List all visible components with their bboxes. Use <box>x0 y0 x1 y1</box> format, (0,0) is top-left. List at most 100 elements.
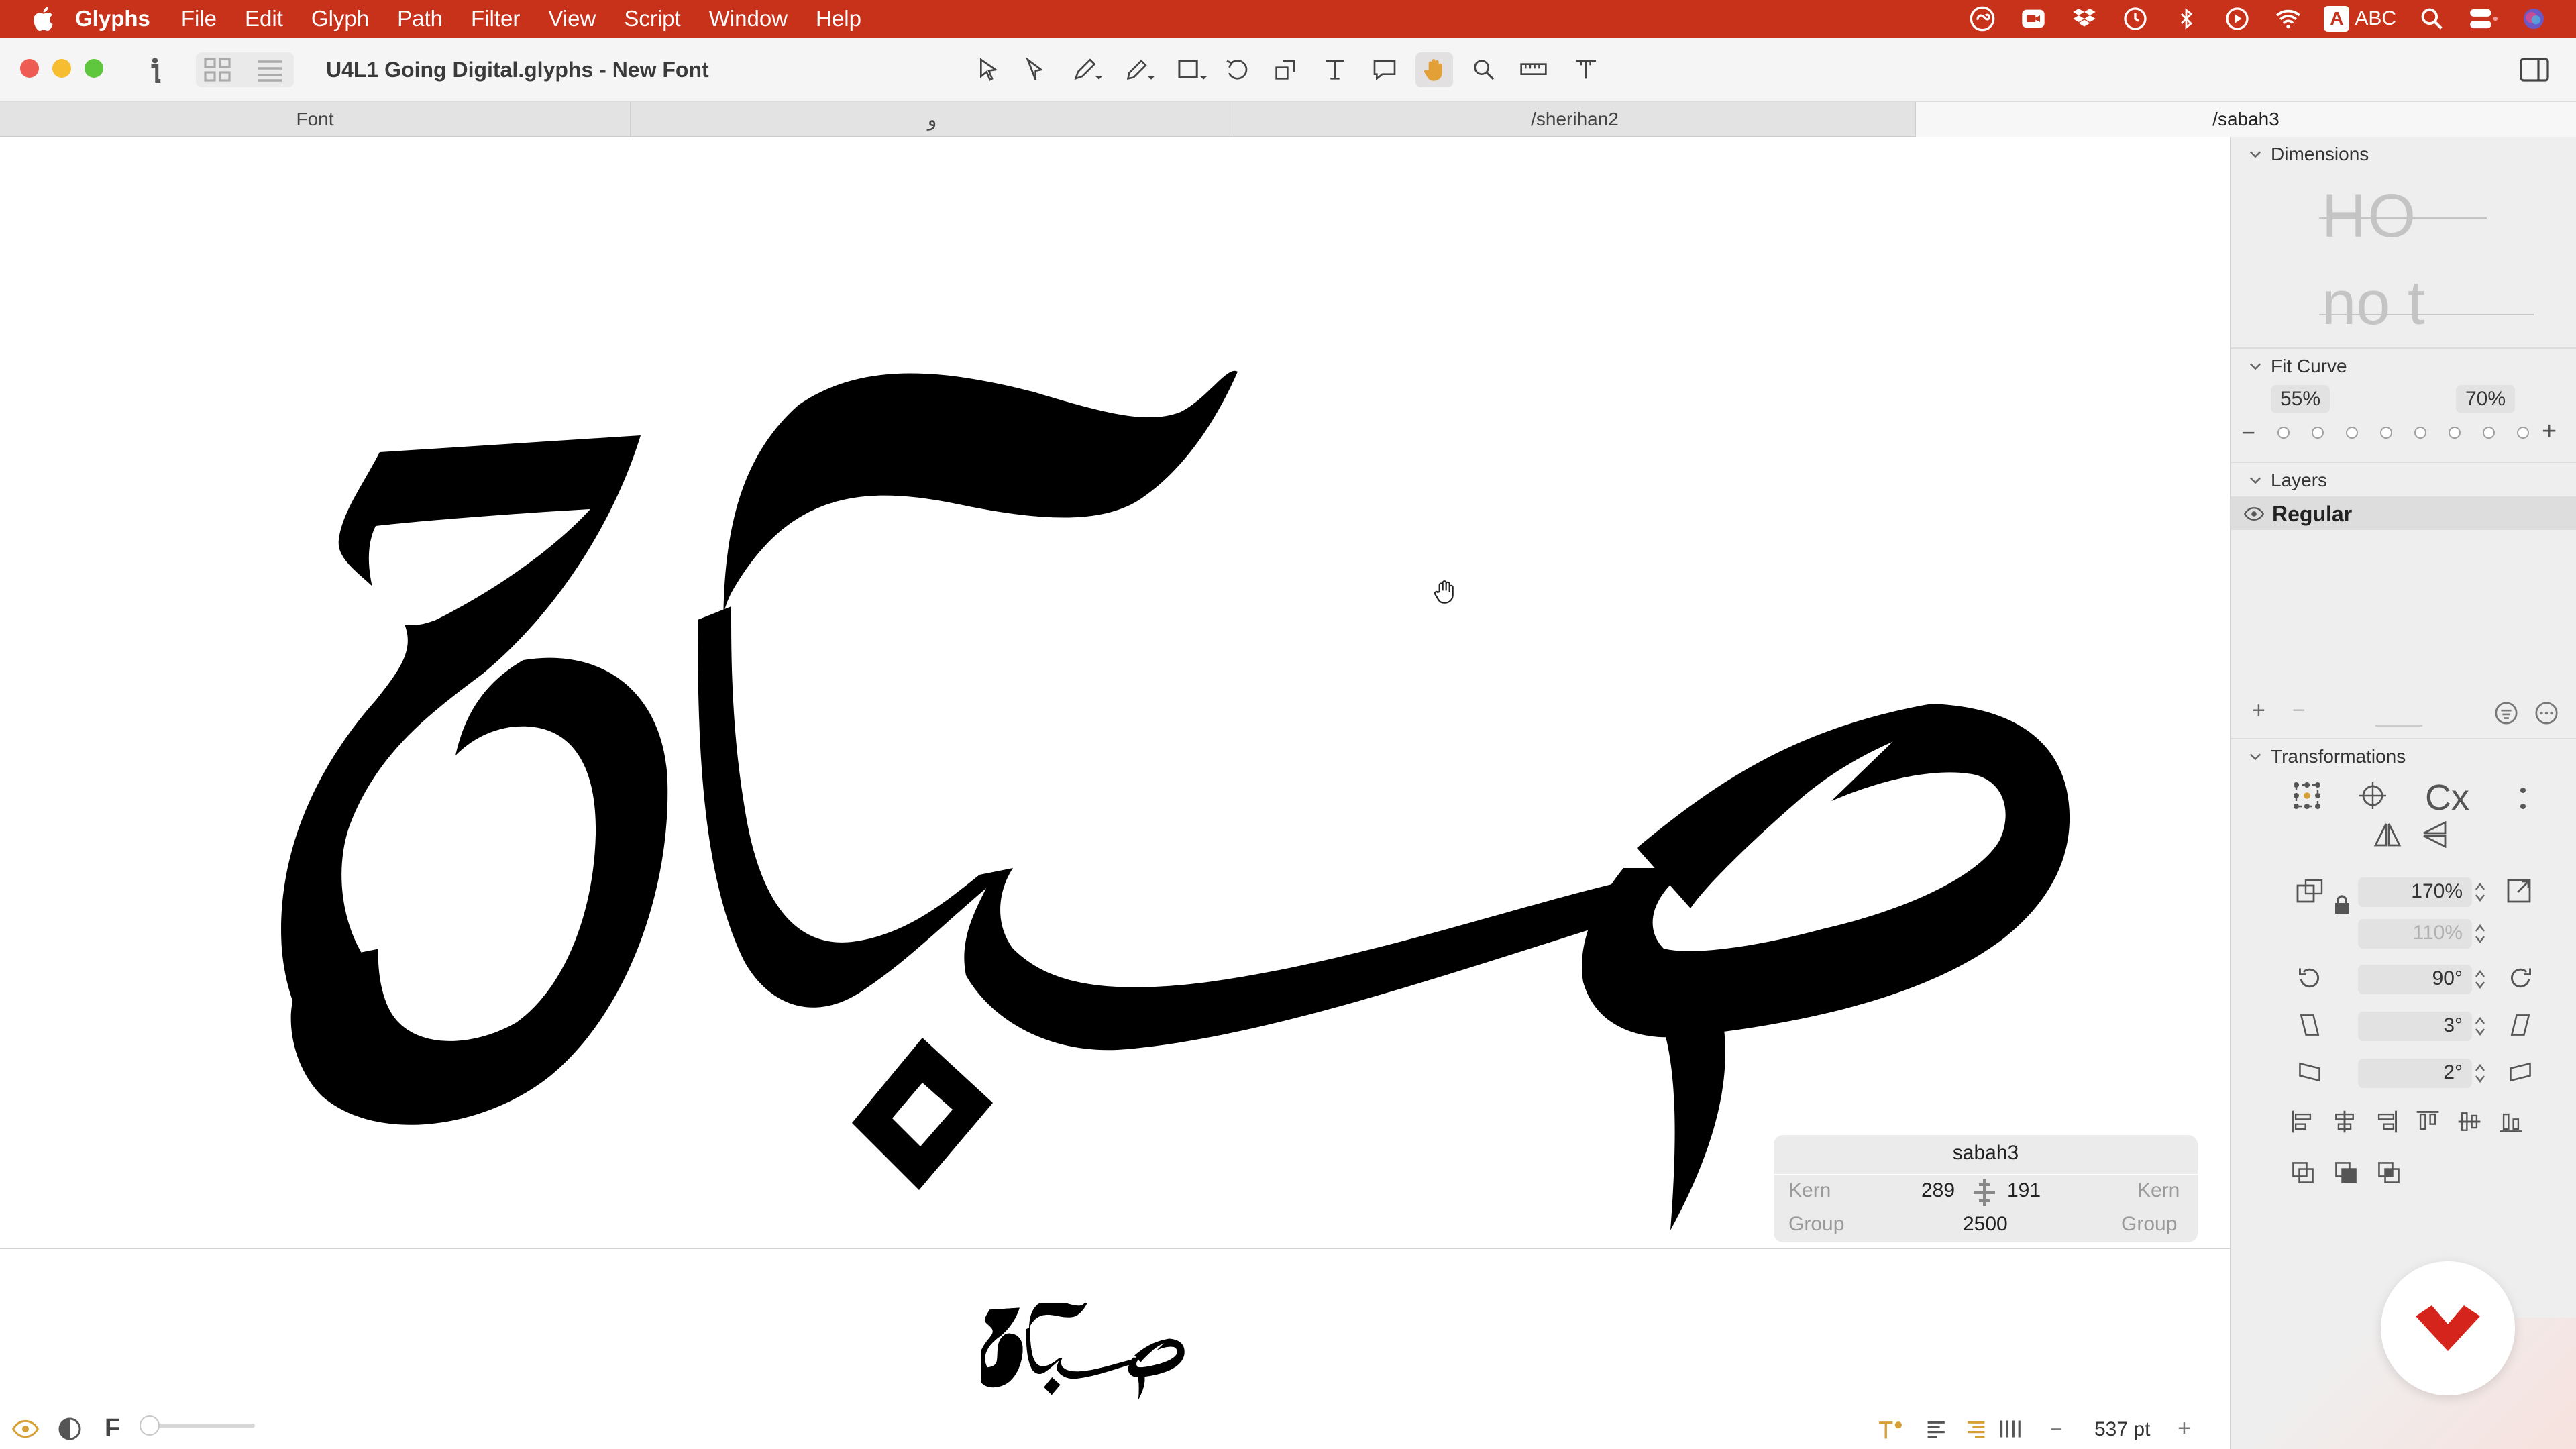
align-bottom-edges-icon[interactable] <box>2496 1107 2526 1136</box>
glyph-name[interactable]: sabah3 <box>1774 1142 2198 1165</box>
fit-curve-dot[interactable] <box>2380 427 2392 439</box>
align-right-icon[interactable] <box>1963 1419 1987 1443</box>
align-top-edges-icon[interactable] <box>2413 1107 2443 1136</box>
custom-origin-label[interactable]: Cx <box>2425 777 2469 818</box>
dropbox-icon[interactable] <box>2069 3 2100 34</box>
minimize-window-button[interactable] <box>52 59 71 78</box>
add-layer-button[interactable]: + <box>2252 698 2265 724</box>
slant-right-icon[interactable] <box>2506 1010 2535 1040</box>
draw-tool-icon[interactable] <box>1068 52 1106 87</box>
text-tool-icon[interactable] <box>1316 52 1354 87</box>
subtract-icon[interactable] <box>2331 1158 2361 1187</box>
list-view-icon[interactable] <box>255 56 284 87</box>
transformations-header[interactable]: Transformations <box>2249 746 2406 767</box>
scale-tool-icon[interactable] <box>1267 52 1304 87</box>
fit-curve-dot[interactable] <box>2277 427 2290 439</box>
menu-window[interactable]: Window <box>709 6 788 32</box>
intersect-icon[interactable] <box>2374 1158 2404 1187</box>
menu-edit[interactable]: Edit <box>245 6 283 32</box>
menu-glyph[interactable]: Glyph <box>311 6 369 32</box>
siri-icon[interactable] <box>2518 3 2549 34</box>
union-icon[interactable] <box>2288 1158 2318 1187</box>
creative-cloud-icon[interactable] <box>1967 3 1998 34</box>
apple-menu-icon[interactable] <box>30 4 59 34</box>
zoom-tool-icon[interactable] <box>1465 52 1503 87</box>
fit-curve-dot[interactable] <box>2449 427 2461 439</box>
layers-header[interactable]: Layers <box>2249 470 2327 491</box>
input-source-icon[interactable]: A ABC <box>2324 3 2396 34</box>
bounding-box-origin-icon[interactable] <box>2292 781 2322 810</box>
align-horizontal-centers-icon[interactable] <box>2330 1107 2359 1136</box>
align-vertical-centers-icon[interactable] <box>2455 1107 2484 1136</box>
zoom-window-button[interactable] <box>85 59 103 78</box>
menu-filter[interactable]: Filter <box>471 6 520 32</box>
sidebar-toggle-icon[interactable] <box>2518 56 2551 87</box>
slant-x-stepper[interactable] <box>2475 1014 2485 1038</box>
control-center-icon[interactable] <box>2467 3 2498 34</box>
rotate-tool-icon[interactable] <box>1218 52 1256 87</box>
left-sidebearing-value[interactable]: 289 <box>1921 1179 1955 1202</box>
rotate-cw-icon[interactable] <box>2506 963 2535 993</box>
primitives-tool-icon[interactable] <box>1173 52 1210 87</box>
slant-left-icon[interactable] <box>2295 1010 2324 1040</box>
eye-icon[interactable] <box>11 1418 40 1443</box>
custom-origin-dots-icon[interactable] <box>2508 784 2538 813</box>
slant-y-field[interactable]: 2° <box>2358 1059 2472 1088</box>
close-window-button[interactable] <box>20 59 39 78</box>
tab-sherihan2[interactable]: /sherihan2 <box>1234 102 1916 137</box>
fit-curve-dot[interactable] <box>2483 427 2495 439</box>
scale-down-icon[interactable] <box>2295 876 2324 906</box>
fit-curve-min[interactable]: 55% <box>2271 385 2330 413</box>
info-icon[interactable] <box>144 55 166 88</box>
scale-up-icon[interactable] <box>2506 876 2535 906</box>
slant-vertical-up-icon[interactable] <box>2506 1057 2535 1087</box>
layers-resize-handle[interactable] <box>2375 724 2422 727</box>
lock-icon[interactable] <box>2334 895 2350 917</box>
grid-view-icon[interactable] <box>203 56 232 87</box>
slant-vertical-down-icon[interactable] <box>2295 1057 2324 1087</box>
align-right-edges-icon[interactable] <box>2371 1107 2401 1136</box>
fit-curve-dot[interactable] <box>2346 427 2358 439</box>
menu-path[interactable]: Path <box>397 6 443 32</box>
menu-script[interactable]: Script <box>624 6 680 32</box>
recording-badge[interactable] <box>2381 1261 2515 1395</box>
wifi-icon[interactable] <box>2273 3 2304 34</box>
preview-size-slider-knob[interactable] <box>140 1415 160 1436</box>
fit-curve-dot[interactable] <box>2517 427 2529 439</box>
menu-app-name[interactable]: Glyphs <box>75 6 150 32</box>
tab-font[interactable]: Font <box>0 102 631 137</box>
glyph-width-value[interactable]: 2500 <box>1963 1213 2008 1236</box>
scale-y-field[interactable]: 110% <box>2358 919 2472 949</box>
tab-sabah3[interactable]: /sabah3 <box>1916 102 2576 137</box>
layer-options-icon[interactable] <box>2493 700 2519 729</box>
right-sidebearing-value[interactable]: 191 <box>2007 1179 2041 1202</box>
rotate-field[interactable]: 90° <box>2358 965 2472 994</box>
bluetooth-icon[interactable] <box>2171 3 2202 34</box>
layer-eye-icon[interactable] <box>2244 506 2264 522</box>
slant-y-stepper[interactable] <box>2475 1061 2485 1085</box>
annotation-tool-icon[interactable] <box>1366 52 1403 87</box>
fit-curve-dot[interactable] <box>2312 427 2324 439</box>
zoom-out-button[interactable]: − <box>2050 1417 2063 1442</box>
scale-y-stepper[interactable] <box>2475 922 2485 946</box>
menu-view[interactable]: View <box>548 6 596 32</box>
scale-x-stepper[interactable] <box>2475 880 2485 904</box>
zoom-level[interactable]: 537 pt <box>2094 1418 2150 1441</box>
more-options-icon[interactable] <box>2534 700 2559 729</box>
zoom-in-button[interactable]: + <box>2178 1415 2191 1442</box>
facetime-icon[interactable] <box>2018 3 2049 34</box>
fit-curve-max[interactable]: 70% <box>2456 385 2516 413</box>
rotate-ccw-icon[interactable] <box>2295 963 2324 993</box>
select-tool-icon[interactable] <box>970 52 1008 87</box>
pencil-tool-icon[interactable] <box>1120 52 1158 87</box>
flip-horizontal-icon[interactable] <box>2373 820 2402 849</box>
vertical-metrics-icon[interactable] <box>1998 1418 2022 1443</box>
preview-area[interactable] <box>0 1248 2230 1409</box>
align-left-edges-icon[interactable] <box>2288 1107 2318 1136</box>
glyph-outline[interactable] <box>0 137 2230 1248</box>
play-icon[interactable] <box>2222 3 2253 34</box>
menu-help[interactable]: Help <box>816 6 861 32</box>
dimensions-header[interactable]: Dimensions <box>2249 144 2369 165</box>
fit-curve-increase-button[interactable]: + <box>2542 417 2557 446</box>
time-machine-icon[interactable] <box>2120 3 2151 34</box>
